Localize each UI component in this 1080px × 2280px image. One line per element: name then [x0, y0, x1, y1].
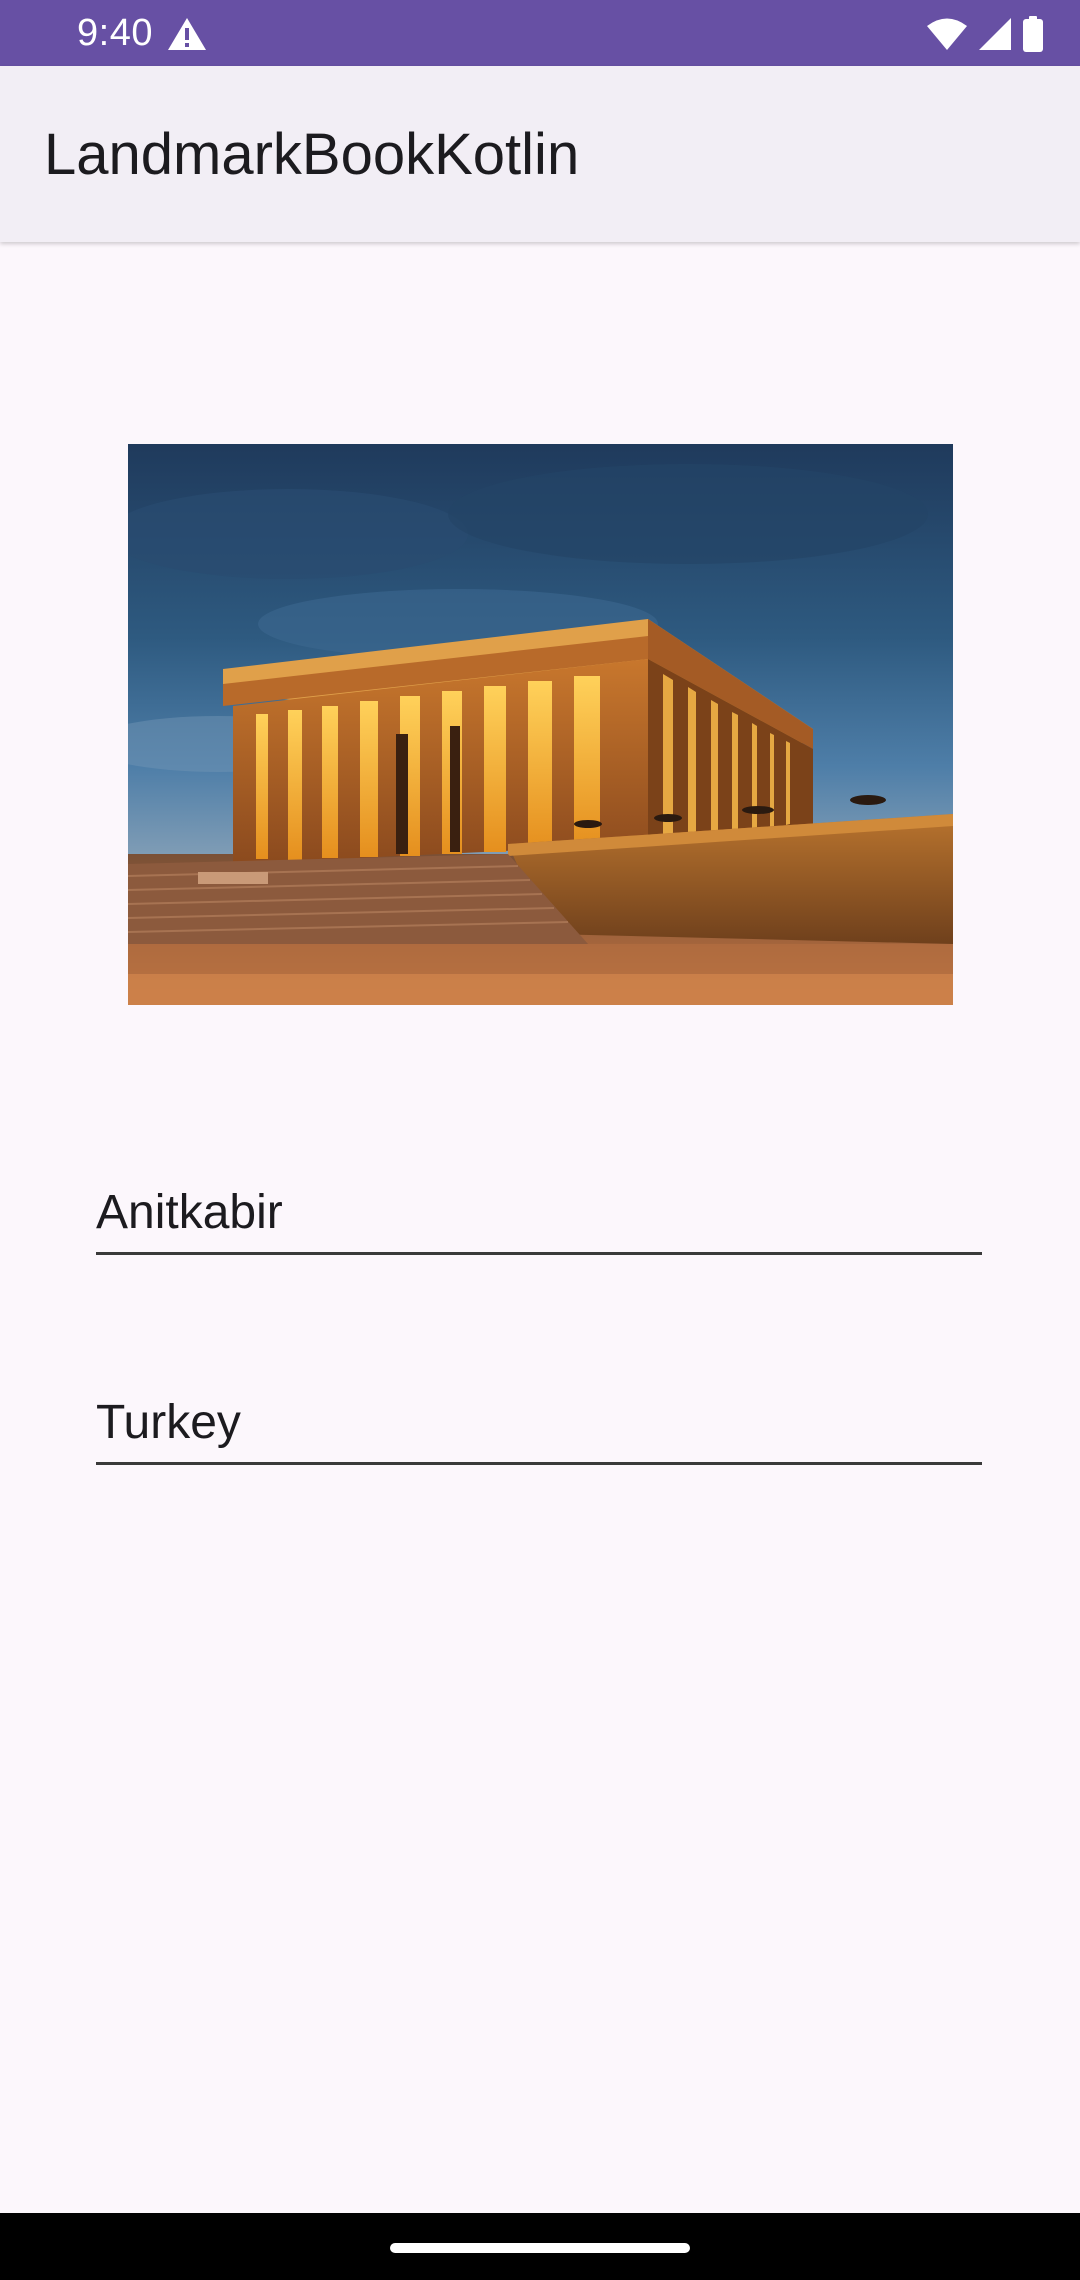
navigation-bar: [0, 2213, 1080, 2280]
landmark-name-value: Anitkabir: [96, 1186, 283, 1239]
battery-icon: [1023, 16, 1043, 52]
wifi-icon: [927, 18, 967, 50]
warning-icon: [168, 18, 206, 50]
status-bar: 9:40: [0, 0, 1080, 66]
landmark-image[interactable]: [128, 444, 953, 1005]
landmark-country-field[interactable]: Turkey: [96, 1380, 982, 1465]
status-time: 9:40: [77, 12, 153, 54]
landmark-country-value: Turkey: [96, 1396, 241, 1449]
status-icons: [926, 14, 1044, 54]
landmark-name-field[interactable]: Anitkabir: [96, 1170, 982, 1255]
cellular-signal-icon: [979, 18, 1011, 50]
app-title: LandmarkBookKotlin: [44, 122, 580, 187]
home-gesture-handle[interactable]: [390, 2243, 690, 2253]
